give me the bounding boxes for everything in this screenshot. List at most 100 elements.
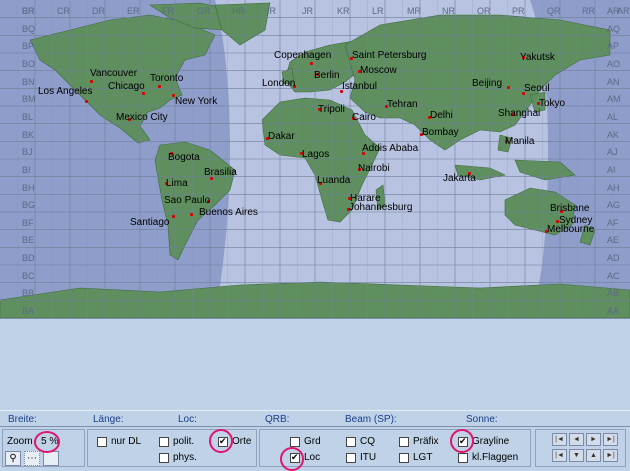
nav-down-button[interactable]: ▼ xyxy=(569,449,584,462)
city-label: Tripoli xyxy=(318,104,345,115)
checkbox-itu[interactable]: ITU xyxy=(346,451,376,464)
beam-label: Beam (SP): xyxy=(345,414,397,425)
nav-first-left-button[interactable]: |◄ xyxy=(552,433,567,446)
city-label: Yakutsk xyxy=(520,52,555,63)
checkbox-box[interactable] xyxy=(97,436,107,447)
city-label: Copenhagen xyxy=(274,50,332,61)
checkbox-box[interactable] xyxy=(399,436,409,447)
grd-label: Grd xyxy=(304,436,321,447)
city-label: Toronto xyxy=(150,73,184,84)
city-marker[interactable] xyxy=(172,215,175,218)
grid-label-top: OR xyxy=(477,6,491,16)
checkbox-lgt[interactable]: LGT xyxy=(399,451,432,464)
grid-label-left: BQ xyxy=(22,23,36,34)
grid-label-top: JR xyxy=(302,6,313,16)
city-marker[interactable] xyxy=(507,86,510,89)
grid-label-right: AO xyxy=(607,58,621,69)
grid-label-left: BN xyxy=(22,76,35,87)
grid-label-left: BB xyxy=(22,288,35,299)
city-marker[interactable] xyxy=(142,92,145,95)
grid-label-right: AN xyxy=(607,76,620,87)
grid-label-right: AL xyxy=(607,111,619,122)
magnifier-icon: ⚲ xyxy=(9,453,17,464)
checkbox-box[interactable] xyxy=(399,452,409,463)
checkbox-box[interactable] xyxy=(458,452,468,463)
grid-label-top: NR xyxy=(442,6,455,16)
checkbox-cq[interactable]: CQ xyxy=(346,435,375,448)
zoom-select-button[interactable]: ⋯ xyxy=(24,451,40,466)
checkbox-box[interactable] xyxy=(346,436,356,447)
grid-label-left: BM xyxy=(22,94,36,105)
city-label: Addis Ababa xyxy=(362,143,419,154)
city-label: Tehran xyxy=(387,99,418,110)
nav-up-button[interactable]: ▲ xyxy=(586,449,601,462)
highlight-orte xyxy=(209,429,233,453)
nav-first-down-button[interactable]: |◄ xyxy=(552,449,567,462)
city-label: Cairo xyxy=(352,112,376,123)
checkbox-praefix[interactable]: Präfix xyxy=(399,435,439,448)
grid-label-right: AA xyxy=(607,306,620,317)
city-label: Johannesburg xyxy=(349,202,413,213)
grid-label-left: BA xyxy=(22,306,35,317)
grid-label-right: AP xyxy=(607,41,620,52)
zoom-full-button[interactable] xyxy=(43,451,59,466)
checkbox-box[interactable] xyxy=(159,436,169,447)
city-label: Moscow xyxy=(360,65,397,76)
highlight-zoom xyxy=(34,431,60,453)
city-label: New York xyxy=(175,96,218,107)
city-label: Delhi xyxy=(430,110,453,121)
city-marker[interactable] xyxy=(85,100,88,103)
grid-label-top: DR xyxy=(92,6,105,16)
grid-label-top: ER xyxy=(127,6,140,16)
grid-label-top: LR xyxy=(372,6,384,16)
city-marker[interactable] xyxy=(310,62,313,65)
city-label: Buenos Aires xyxy=(199,207,258,218)
loc-label: Loc xyxy=(304,452,321,463)
nav-last-button[interactable]: ►| xyxy=(603,449,618,462)
grid-label-left: BF xyxy=(22,217,34,228)
nav-last-right-button[interactable]: ►| xyxy=(603,433,618,446)
grid-label-right: AI xyxy=(607,164,616,175)
city-marker[interactable] xyxy=(190,213,193,216)
grid-label-left: BR xyxy=(22,6,35,16)
checkbox-nur-dl[interactable]: nur DL xyxy=(97,435,141,448)
city-label: Melbourne xyxy=(547,224,595,235)
city-label: Dakar xyxy=(268,131,295,142)
kl-flaggen-label: kl.Flaggen xyxy=(472,452,519,463)
checkbox-grd[interactable]: Grd xyxy=(290,435,321,448)
grid-label-left: BC xyxy=(22,270,35,281)
highlight-loc xyxy=(280,447,304,471)
grid-label-top: HR xyxy=(232,6,245,16)
checkbox-phys[interactable]: phys. xyxy=(159,451,197,464)
grid-label-right: AK xyxy=(607,129,620,140)
checkbox-box[interactable] xyxy=(290,436,300,447)
zoom-magnifier-button[interactable]: ⚲ xyxy=(5,451,21,466)
grid-label-top: MR xyxy=(407,6,421,16)
city-label: Los Angeles xyxy=(38,86,93,97)
grid-label-left: BK xyxy=(22,129,35,140)
grayline-label: Grayline xyxy=(472,436,510,447)
nur-dl-label: nur DL xyxy=(111,436,142,447)
grid-label-right: AE xyxy=(607,235,620,246)
grid-label-top: FR xyxy=(162,6,174,16)
city-label: Tokyo xyxy=(539,98,566,109)
checkbox-kl-flaggen[interactable]: kl.Flaggen xyxy=(458,451,518,464)
checkbox-box[interactable] xyxy=(159,452,169,463)
city-label: Saint Petersburg xyxy=(352,50,427,61)
nav-left-button[interactable]: ◄ xyxy=(569,433,584,446)
grid-label-right: AB xyxy=(607,288,620,299)
city-marker[interactable] xyxy=(90,80,93,83)
grid-label-right: AC xyxy=(607,270,620,281)
city-label: Nairobi xyxy=(358,163,390,174)
world-map[interactable]: BR CR DR ER FR GR HR IR JR KR LR MR NR OR PR QR RR AR BR BQ… xyxy=(0,0,630,318)
city-label: Berlin xyxy=(314,70,340,81)
nav-right-button[interactable]: ► xyxy=(586,433,601,446)
grid-label-right: AJ xyxy=(607,147,618,158)
selection-icon: ⋯ xyxy=(27,453,37,464)
checkbox-box[interactable] xyxy=(346,452,356,463)
city-marker[interactable] xyxy=(158,85,161,88)
city-label: Brisbane xyxy=(550,203,590,214)
checkbox-polit[interactable]: polit. xyxy=(159,435,194,448)
city-label: Santiago xyxy=(130,217,170,228)
loc-label: Loc: xyxy=(178,414,197,425)
